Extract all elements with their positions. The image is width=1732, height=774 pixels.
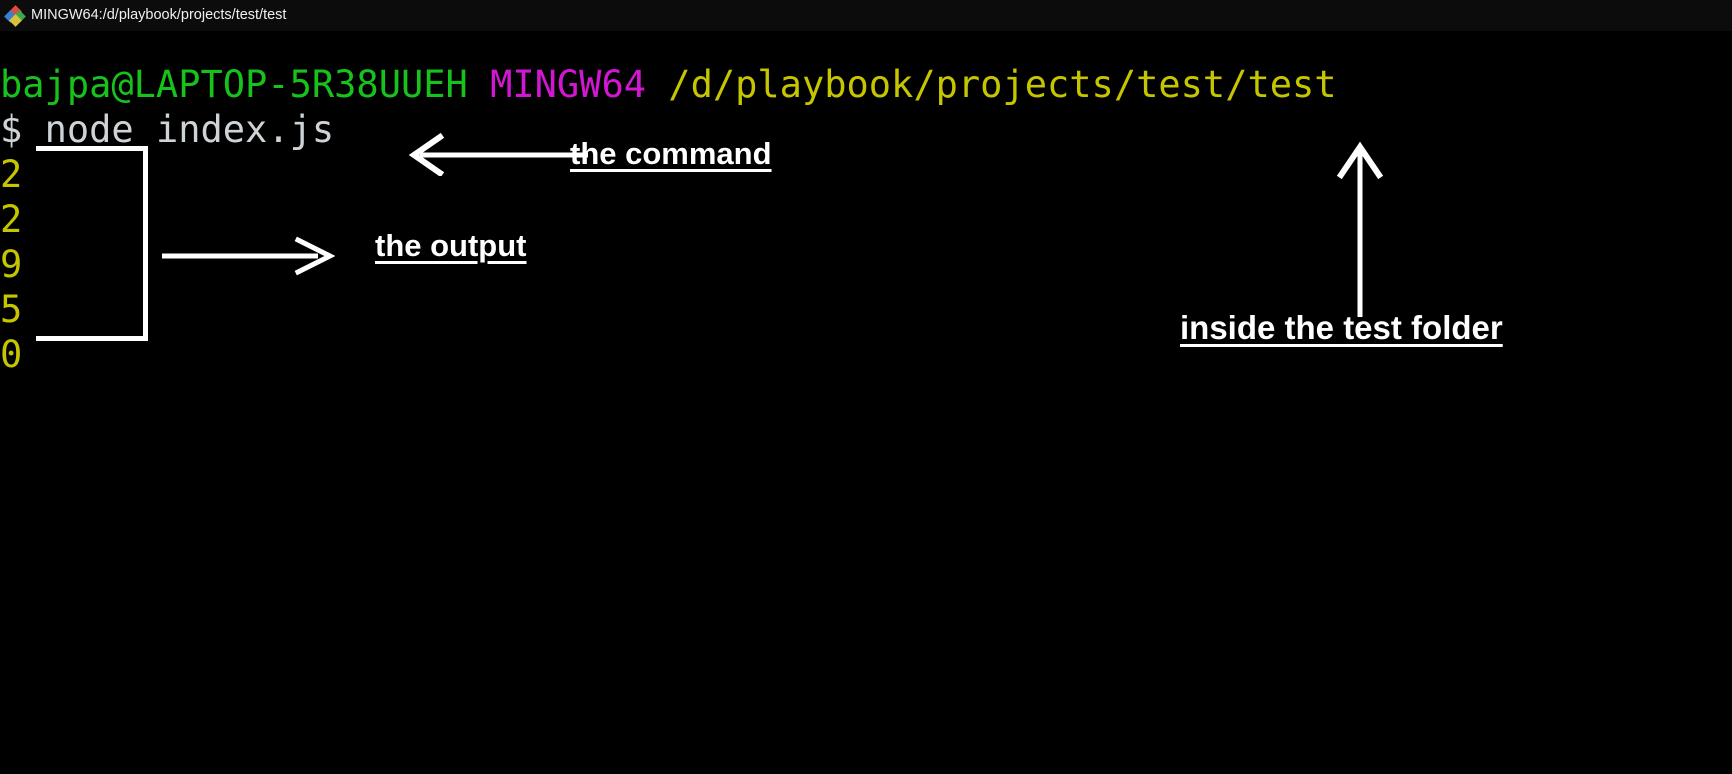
output-line-1: 2 xyxy=(0,153,23,196)
prompt-shell-name: MINGW64 xyxy=(490,63,647,106)
prompt-space-1 xyxy=(468,63,490,106)
command-space xyxy=(22,108,44,151)
output-line-2: 2 xyxy=(0,198,23,241)
terminal-body[interactable]: bajpa@LAPTOP-5R38UUEH MINGW64 /d/playboo… xyxy=(0,31,1732,774)
window-title-bar: MINGW64:/d/playbook/projects/test/test xyxy=(0,0,1732,31)
command-text: node index.js xyxy=(44,108,335,151)
shell-prompt-line: bajpa@LAPTOP-5R38UUEH MINGW64 /d/playboo… xyxy=(0,62,1337,107)
prompt-space-2 xyxy=(646,63,668,106)
annotation-label-command: the command xyxy=(570,136,772,171)
up-arrow-annotation-icon xyxy=(1336,141,1384,317)
prompt-path: /d/playbook/projects/test/test xyxy=(668,63,1337,106)
right-arrow-annotation-icon xyxy=(162,236,335,276)
git-bash-diamond-icon xyxy=(4,4,26,27)
prompt-user-host: bajpa@LAPTOP-5R38UUEH xyxy=(0,63,468,106)
output-line-5: 0 xyxy=(0,333,23,376)
left-arrow-annotation-icon xyxy=(408,132,588,176)
annotation-label-output: the output xyxy=(375,228,527,263)
output-line-3: 9 xyxy=(0,243,23,286)
output-group-bracket xyxy=(36,146,148,341)
terminal-screenshot: MINGW64:/d/playbook/projects/test/test b… xyxy=(0,0,1732,774)
annotation-label-folder: inside the test folder xyxy=(1180,309,1503,346)
output-line-4: 5 xyxy=(0,288,23,331)
prompt-sigil: $ xyxy=(0,108,23,151)
window-title-text: MINGW64:/d/playbook/projects/test/test xyxy=(31,7,287,24)
